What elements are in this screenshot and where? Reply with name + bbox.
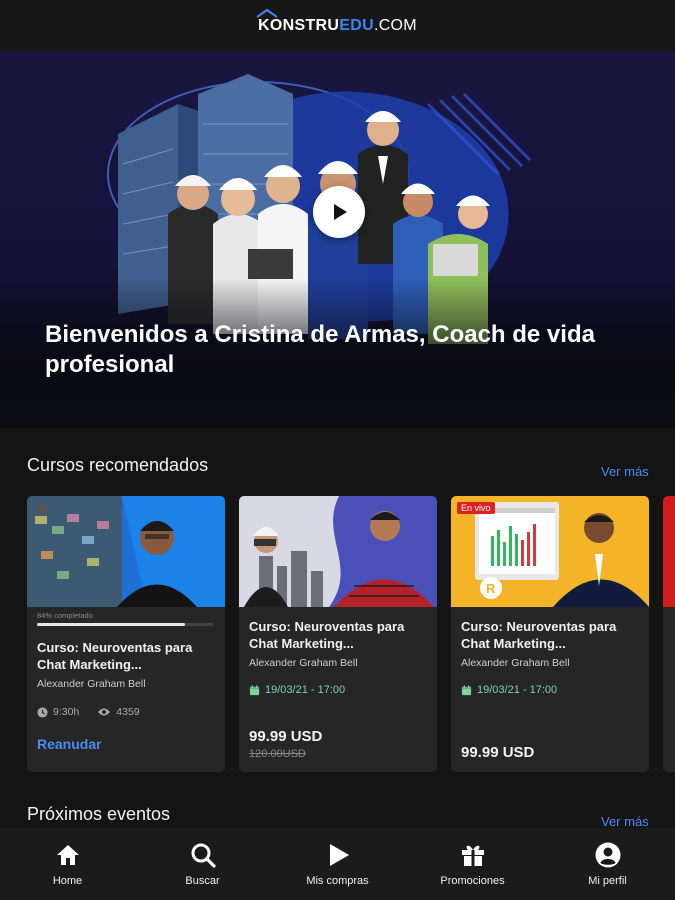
events-section-title: Próximos eventos: [27, 804, 171, 824]
gift-icon: [461, 845, 484, 866]
hero-banner[interactable]: Bienvenidos a Cristina de Armas, Coach d…: [0, 52, 675, 428]
course-title: Curso: Neuroventas para Chat Marketing..…: [37, 640, 193, 672]
nav-label-promotions: Promociones: [440, 875, 505, 887]
logo-roof-icon: [256, 8, 278, 18]
calendar-icon: [249, 684, 260, 695]
events-see-more-link[interactable]: Ver más: [601, 814, 649, 829]
nav-item-home[interactable]: Home: [0, 828, 135, 900]
clock-icon: [37, 706, 48, 718]
course-thumbnail-image: [27, 496, 225, 607]
home-icon: [56, 845, 79, 865]
course-card[interactable]: R En vivo Curso: Neuroventas para Chat M…: [451, 496, 649, 772]
bottom-navigation: Home Buscar Mis compras Promociones Mi p…: [0, 828, 675, 900]
duration-meta: 9:30h: [37, 706, 79, 718]
hero-title: Bienvenidos a Cristina de Armas, Coach d…: [45, 321, 595, 378]
nav-item-search[interactable]: Buscar: [135, 828, 270, 900]
nav-item-purchases[interactable]: Mis compras: [270, 828, 405, 900]
hero-play-button[interactable]: [313, 186, 365, 238]
course-thumbnail-peek: [663, 496, 675, 607]
course-author: Alexander Graham Bell: [461, 657, 570, 669]
views-meta: 4359: [97, 706, 140, 718]
course-card[interactable]: 84% completado Curso: Neuroventas para C…: [27, 496, 225, 772]
course-date: 19/03/21 - 17:00: [249, 684, 427, 696]
course-meta: 9:30h 4359: [37, 706, 215, 718]
course-price: 99.99 USD: [249, 728, 323, 745]
course-thumbnail: [27, 496, 225, 607]
course-author: Alexander Graham Bell: [249, 657, 358, 669]
logo-text-edu: EDU: [339, 17, 374, 34]
top-bar: KONSTRU EDU .COM: [0, 0, 675, 52]
nav-label-purchases: Mis compras: [306, 875, 369, 887]
search-icon: [191, 843, 216, 868]
nav-label-search: Buscar: [185, 875, 220, 887]
play-icon: [329, 844, 349, 866]
logo-text-com: .COM: [373, 17, 417, 34]
course-duration: 9:30h: [53, 706, 80, 718]
course-card[interactable]: Curso: Neuroventas para Chat Marketing..…: [239, 496, 437, 772]
progress-label: 84% completado: [37, 611, 93, 620]
course-thumbnail-image: [239, 496, 437, 607]
resume-button[interactable]: Reanudar: [37, 736, 215, 752]
course-thumbnail: [239, 496, 437, 607]
course-price: 99.99 USD: [461, 744, 535, 761]
course-type-icon: [37, 504, 47, 514]
calendar-icon: [461, 684, 472, 695]
svg-text:R: R: [486, 581, 496, 596]
user-circle-icon: [595, 842, 620, 868]
progress-bar-fill: [37, 623, 185, 626]
nav-label-profile: Mi perfil: [588, 875, 627, 887]
logo-text-konstru: KONSTRU: [258, 17, 340, 34]
live-badge: En vivo: [457, 502, 495, 514]
progress-bar: [37, 623, 213, 626]
recommended-see-more-link[interactable]: Ver más: [601, 464, 649, 479]
course-views: 4359: [116, 706, 140, 718]
nav-label-home: Home: [52, 875, 83, 887]
eye-icon: [98, 708, 111, 716]
course-title: Curso: Neuroventas para Chat Marketing..…: [249, 619, 405, 651]
nav-item-promotions[interactable]: Promociones: [405, 828, 540, 900]
course-old-price: 120.00USD: [249, 748, 306, 760]
course-thumbnail: R En vivo: [451, 496, 649, 607]
course-date: 19/03/21 - 17:00: [461, 684, 639, 696]
course-author: Alexander Graham Bell: [37, 678, 146, 690]
nav-item-profile[interactable]: Mi perfil: [540, 828, 675, 900]
course-date-text: 19/03/21 - 17:00: [265, 684, 346, 696]
course-card-peek[interactable]: [663, 496, 675, 772]
recommended-section-title: Cursos recomendados: [27, 455, 209, 475]
app-root: KONSTRU EDU .COM Bienvenidos a Cristina …: [0, 0, 675, 900]
course-date-text: 19/03/21 - 17:00: [477, 684, 558, 696]
play-icon: [334, 204, 347, 220]
course-title: Curso: Neuroventas para Chat Marketing..…: [461, 619, 617, 651]
brand-logo[interactable]: KONSTRU EDU .COM: [256, 8, 417, 35]
